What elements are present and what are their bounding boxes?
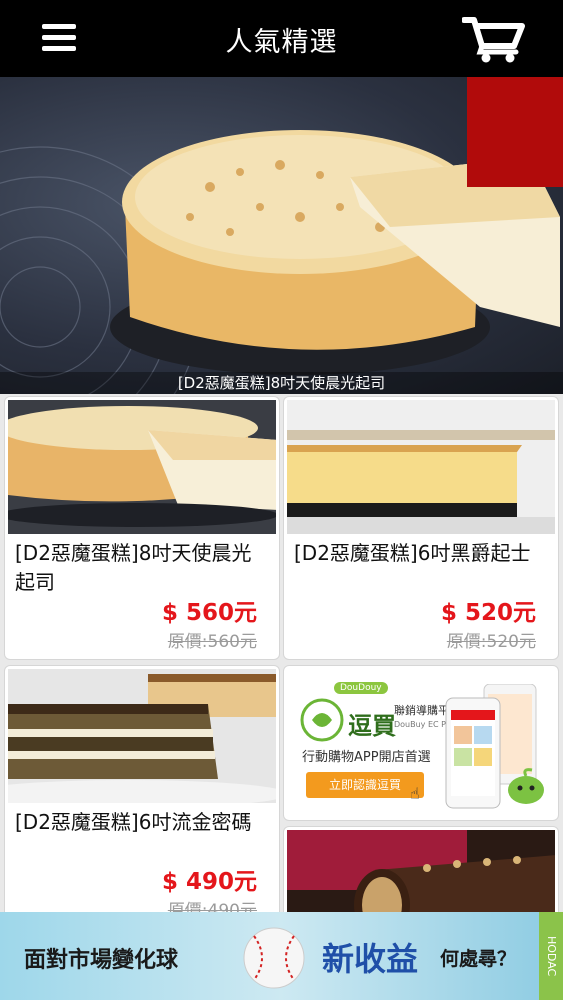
doubuy-ad-card[interactable]: DouDouy 逗買 聯銷導購平台 DouBuy EC Platform 行動購…	[283, 665, 559, 821]
product-name: [D2惡魔蛋糕]8吋天使晨光起司	[15, 541, 252, 594]
pointer-hand-icon: ☝	[410, 784, 420, 803]
ad-logo-tag: DouDouy	[334, 682, 388, 694]
product-name: [D2惡魔蛋糕]6吋黑爵起士	[294, 541, 531, 565]
product-original-price: 原價:560元	[167, 632, 257, 652]
top-bar: 人氣精選	[0, 0, 563, 77]
product-image	[287, 400, 555, 534]
doubuy-logo	[298, 696, 346, 744]
product-image	[8, 669, 276, 803]
product-image	[8, 400, 276, 534]
hero-banner[interactable]	[0, 77, 563, 394]
product-price: $ 560元	[161, 600, 257, 626]
banner-right-text: 何處尋？	[440, 948, 517, 970]
hero-cheesecake-image	[0, 77, 563, 394]
product-price: $ 490元	[161, 869, 257, 895]
product-original-price: 原價:520元	[446, 632, 536, 652]
baseball-icon	[240, 924, 308, 996]
bottom-ad-banner[interactable]: 面對市場變化球 新收益 何處尋？ HODAC	[0, 912, 563, 1000]
product-card[interactable]: [D2惡魔蛋糕]6吋流金密碼 $ 490元 原價:490元	[4, 665, 280, 929]
ad-headline: 行動購物APP開店首選	[302, 750, 431, 765]
product-card[interactable]: [D2惡魔蛋糕]6吋黑爵起士 $ 520元 原價:520元	[283, 396, 559, 660]
ad-brand: 逗買	[348, 712, 396, 740]
hero-caption: [D2惡魔蛋糕]8吋天使晨光起司	[0, 372, 563, 394]
banner-left-text: 面對市場變化球	[24, 948, 179, 973]
product-card[interactable]: [D2惡魔蛋糕]8吋天使晨光起司 $ 560元 原價:560元	[4, 396, 280, 660]
product-name: [D2惡魔蛋糕]6吋流金密碼	[15, 810, 252, 834]
shopping-cart-icon[interactable]	[461, 14, 526, 64]
mascot-bean-icon	[504, 766, 548, 810]
ad-cta-button[interactable]: 立即認識逗買	[306, 772, 424, 798]
product-price: $ 520元	[440, 600, 536, 626]
banner-side-tag: HODAC	[539, 912, 563, 1000]
banner-highlight-text: 新收益	[322, 940, 419, 978]
